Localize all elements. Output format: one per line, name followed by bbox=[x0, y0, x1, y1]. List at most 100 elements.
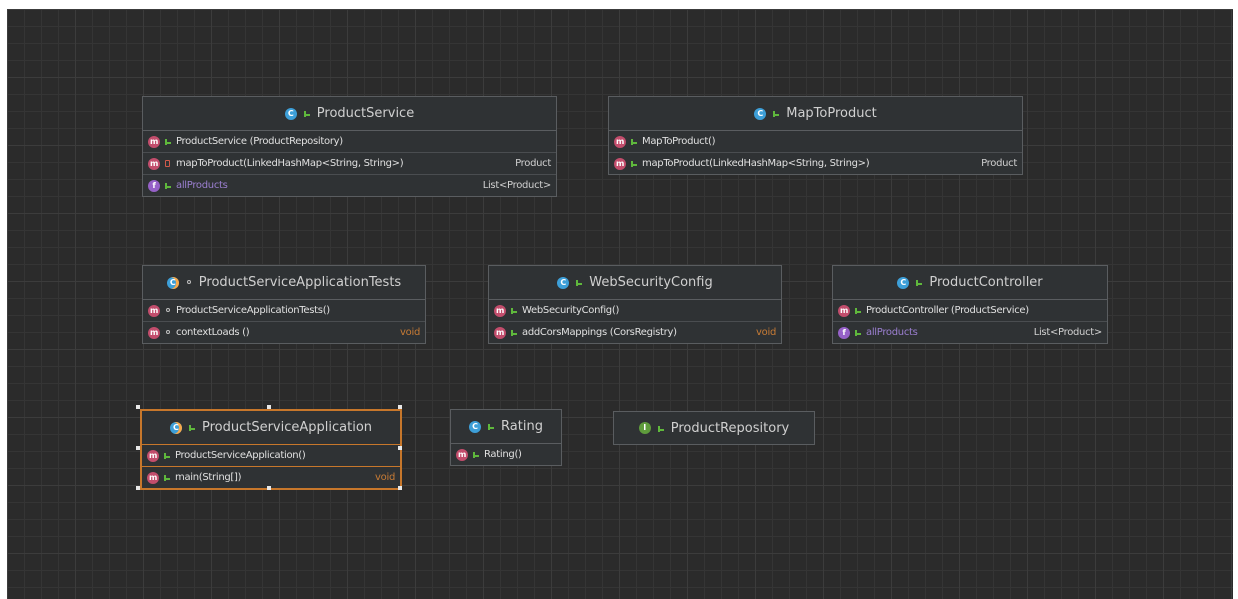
class-header[interactable]: C Rating bbox=[451, 410, 561, 444]
public-visibility-icon bbox=[510, 306, 518, 315]
method-icon: m bbox=[148, 157, 160, 170]
class-icon: C bbox=[557, 276, 570, 289]
method-icon: m bbox=[838, 304, 850, 317]
field-row[interactable]: f allProducts List<Product> bbox=[143, 175, 556, 196]
resize-handle[interactable] bbox=[398, 405, 402, 409]
class-name: ProductRepository bbox=[670, 420, 790, 436]
constructor-row[interactable]: m Rating() bbox=[451, 444, 561, 465]
method-icon: m bbox=[148, 326, 160, 339]
public-visibility-icon bbox=[164, 181, 172, 190]
member-type: Product bbox=[515, 158, 551, 169]
class-node-product-repository[interactable]: I ProductRepository bbox=[613, 411, 815, 445]
public-visibility-icon bbox=[772, 109, 780, 118]
class-header[interactable]: C ProductController bbox=[833, 266, 1107, 300]
public-visibility-icon bbox=[188, 423, 196, 432]
public-visibility-icon bbox=[854, 328, 862, 337]
constructor-row[interactable]: m ProductServiceApplication() bbox=[142, 445, 400, 467]
public-visibility-icon bbox=[575, 278, 583, 287]
member-signature: Rating() bbox=[484, 449, 522, 460]
method-row[interactable]: m main(String[]) void bbox=[142, 467, 400, 488]
member-signature: mapToProduct(LinkedHashMap<String, Strin… bbox=[642, 158, 870, 169]
resize-handle[interactable] bbox=[398, 486, 402, 490]
field-icon: f bbox=[838, 326, 850, 339]
member-type: Product bbox=[981, 158, 1017, 169]
public-visibility-icon bbox=[472, 450, 480, 459]
resize-handle[interactable] bbox=[136, 486, 140, 490]
class-name: ProductServiceApplicationTests bbox=[198, 275, 402, 290]
class-node-web-security-config[interactable]: C WebSecurityConfig m WebSecurityConfig() m a… bbox=[488, 265, 782, 344]
field-icon: f bbox=[148, 179, 160, 192]
public-visibility-icon bbox=[163, 473, 171, 482]
class-node-product-service-application[interactable]: C ProductServiceApplication m ProductServic… bbox=[140, 409, 402, 490]
class-icon: C bbox=[754, 107, 767, 120]
class-name: ProductController bbox=[929, 275, 1043, 290]
class-name: WebSecurityConfig bbox=[589, 275, 713, 290]
constructor-row[interactable]: m WebSecurityConfig() bbox=[489, 300, 781, 322]
class-header[interactable]: C ProductServiceApplication bbox=[142, 411, 400, 445]
method-row[interactable]: m mapToProduct(LinkedHashMap<String, Stri… bbox=[143, 153, 556, 175]
member-signature: WebSecurityConfig() bbox=[522, 305, 620, 316]
class-header[interactable]: C MapToProduct bbox=[609, 97, 1022, 131]
public-visibility-icon bbox=[303, 109, 311, 118]
member-signature: ProductController (ProductService) bbox=[866, 305, 1029, 316]
class-name: Rating bbox=[501, 419, 543, 434]
resize-handle[interactable] bbox=[136, 405, 140, 409]
method-icon: m bbox=[147, 471, 159, 484]
method-row[interactable]: m addCorsMappings (CorsRegistry) void bbox=[489, 322, 781, 343]
class-header[interactable]: C ProductServiceApplicationTests bbox=[143, 266, 425, 300]
runnable-class-icon: C bbox=[169, 421, 182, 434]
resize-handle[interactable] bbox=[398, 445, 402, 450]
member-signature: main(String[]) bbox=[175, 472, 242, 483]
resize-handle[interactable] bbox=[267, 405, 271, 409]
class-icon: C bbox=[469, 420, 482, 433]
public-visibility-icon bbox=[630, 159, 638, 168]
member-type: void bbox=[756, 327, 776, 338]
method-row[interactable]: m mapToProduct(LinkedHashMap<String, Stri… bbox=[609, 153, 1022, 174]
constructor-row[interactable]: m MapToProduct() bbox=[609, 131, 1022, 153]
method-icon: m bbox=[614, 157, 626, 170]
member-signature: ProductServiceApplication() bbox=[175, 450, 306, 461]
member-signature: mapToProduct(LinkedHashMap<String, Strin… bbox=[176, 158, 404, 169]
constructor-row[interactable]: m ProductService (ProductRepository) bbox=[143, 131, 556, 153]
member-type: void bbox=[400, 327, 420, 338]
package-visibility-icon bbox=[164, 306, 172, 315]
method-icon: m bbox=[148, 135, 160, 148]
class-node-product-controller[interactable]: C ProductController m ProductController (Pr… bbox=[832, 265, 1108, 344]
member-type: List<Product> bbox=[482, 180, 552, 191]
public-visibility-icon bbox=[164, 137, 172, 146]
public-visibility-icon bbox=[163, 451, 171, 460]
class-header[interactable]: C WebSecurityConfig bbox=[489, 266, 781, 300]
member-signature: ProductService (ProductRepository) bbox=[176, 136, 343, 147]
method-row[interactable]: m contextLoads () void bbox=[143, 322, 425, 343]
class-node-rating[interactable]: C Rating m Rating() bbox=[450, 409, 562, 466]
member-signature: MapToProduct() bbox=[642, 136, 716, 147]
class-node-product-service-application-tests[interactable]: C ProductServiceApplicationTests m ProductS… bbox=[142, 265, 426, 344]
class-node-map-to-product[interactable]: C MapToProduct m MapToProduct() m mapToProduc… bbox=[608, 96, 1023, 175]
runnable-class-icon: C bbox=[166, 276, 179, 289]
member-signature: contextLoads () bbox=[176, 327, 250, 338]
diagram-canvas[interactable]: C ProductService m ProductService (ProductR… bbox=[7, 9, 1233, 599]
class-header[interactable]: I ProductRepository bbox=[614, 412, 814, 444]
member-type: List<Product> bbox=[1033, 327, 1103, 338]
class-header[interactable]: C ProductService bbox=[143, 97, 556, 131]
member-signature: allProducts bbox=[176, 180, 228, 191]
public-visibility-icon bbox=[915, 278, 923, 287]
field-row[interactable]: f allProducts List<Product> bbox=[833, 322, 1107, 343]
public-visibility-icon bbox=[657, 424, 665, 433]
constructor-row[interactable]: m ProductController (ProductService) bbox=[833, 300, 1107, 322]
class-name: MapToProduct bbox=[786, 106, 877, 121]
class-icon: C bbox=[284, 107, 297, 120]
member-signature: allProducts bbox=[866, 327, 918, 338]
class-icon: C bbox=[897, 276, 910, 289]
member-signature: addCorsMappings (CorsRegistry) bbox=[522, 327, 677, 338]
interface-icon: I bbox=[638, 422, 651, 434]
resize-handle[interactable] bbox=[267, 486, 271, 490]
public-visibility-icon bbox=[630, 137, 638, 146]
resize-handle[interactable] bbox=[136, 445, 140, 450]
constructor-row[interactable]: m ProductServiceApplicationTests() bbox=[143, 300, 425, 322]
method-icon: m bbox=[148, 304, 160, 317]
public-visibility-icon bbox=[510, 328, 518, 337]
private-visibility-icon bbox=[164, 159, 172, 168]
class-node-product-service[interactable]: C ProductService m ProductService (ProductR… bbox=[142, 96, 557, 197]
class-name: ProductService bbox=[316, 106, 415, 121]
